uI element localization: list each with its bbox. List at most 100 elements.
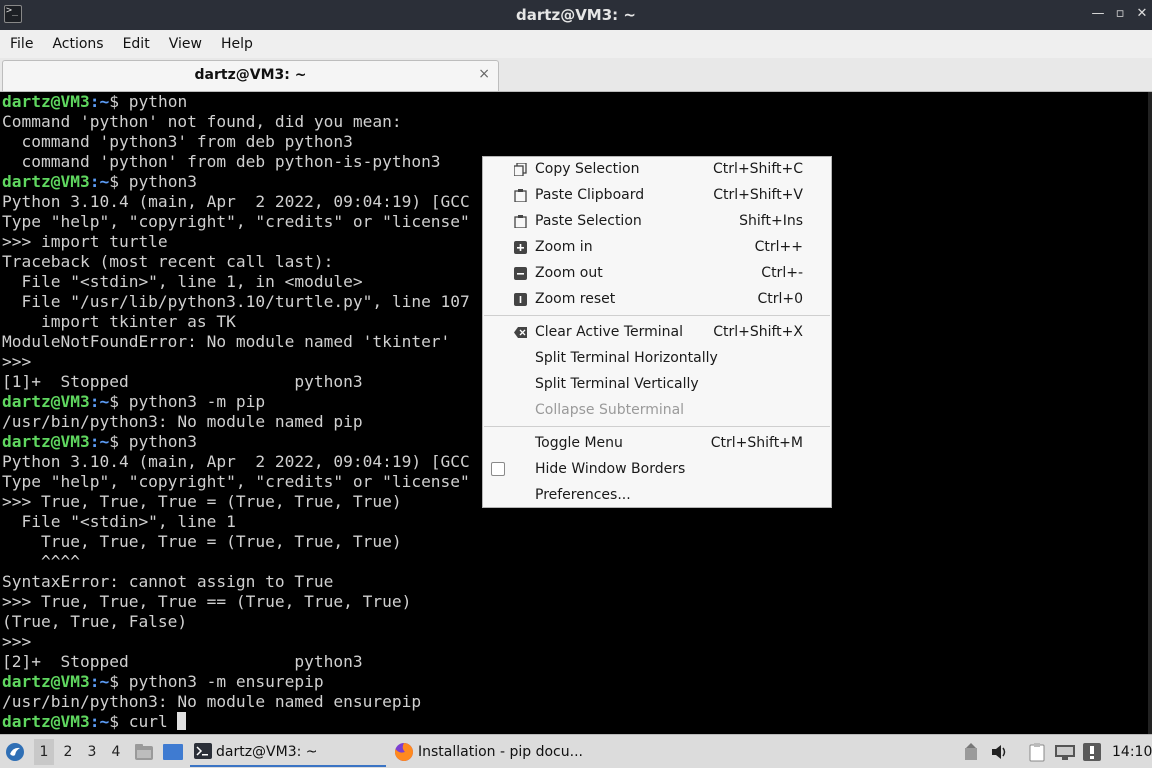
taskbar: 1 2 3 4 dartz@VM3: ~ Installation - pip … [0,734,1152,768]
terminal-output-line: command 'python' from deb python-is-pyth… [2,152,441,171]
prompt-separator: : [89,672,100,691]
menu-item-label: Paste Clipboard [535,187,645,203]
context-menu: Copy Selection Ctrl+Shift+C Paste Clipboar… [482,156,832,508]
menu-item-clear-active-terminal[interactable]: Clear Active Terminal Ctrl+Shift+X [483,320,831,346]
menu-item-split-terminal-vertically[interactable]: Split Terminal Vertically [483,372,831,398]
menu-item-label: Zoom out [535,265,603,281]
terminal-prompt-line: dartz@VM3:~$ python3 [2,432,197,452]
menu-item-preferences[interactable]: Preferences... [483,483,831,509]
menu-item-label: Toggle Menu [535,435,623,451]
menu-item-collapse-subterminal: Collapse Subterminal [483,398,831,424]
terminal-prompt-line: dartz@VM3:~$ python3 -m pip [2,392,265,412]
start-menu-icon[interactable] [5,742,25,762]
terminal-prompt-line: dartz@VM3:~$ python3 -m ensurepip [2,672,324,692]
window-titlebar[interactable]: dartz@VM3: ~ — ▫ ✕ [0,0,1152,30]
volume-icon[interactable] [990,743,1010,761]
close-window-icon[interactable]: ✕ [1134,6,1150,22]
terminal-output-line: Type "help", "copyright", "credits" or "… [2,212,470,231]
prompt-command: python3 -m ensurepip [118,672,324,691]
notifications-icon[interactable] [1082,742,1102,762]
menu-item-toggle-menu[interactable]: Toggle Menu Ctrl+Shift+M [483,431,831,457]
menu-item-shortcut: Ctrl+Shift+X [713,324,803,340]
network-icon[interactable] [1054,743,1076,761]
workspace-3[interactable]: 3 [82,744,102,760]
task-firefox[interactable]: Installation - pip docu... [392,737,612,767]
terminal-scrollbar[interactable] [1148,92,1152,734]
terminal-output-line: Type "help", "copyright", "credits" or "… [2,472,470,491]
window-title: dartz@VM3: ~ [516,6,636,24]
menu-item-label: Clear Active Terminal [535,324,683,340]
file-manager-icon[interactable] [134,743,154,761]
menu-item-split-terminal-horizontally[interactable]: Split Terminal Horizontally [483,346,831,372]
terminal-output-line: /usr/bin/python3: No module named ensure… [2,692,422,711]
terminal-output-line: >>> [2,352,32,371]
terminal-output-line: ModuleNotFoundError: No module named 'tk… [2,332,451,351]
prompt-command: python3 [118,432,197,451]
menu-item-label: Zoom in [535,239,593,255]
terminal-prompt-line: dartz@VM3:~$ curl [2,712,187,732]
prompt-command: curl [118,712,178,731]
terminal-output-line: Traceback (most recent call last): [2,252,334,271]
prompt-user: dartz@VM3 [2,672,90,691]
menu-item-hide-window-borders[interactable]: Hide Window Borders [483,457,831,483]
prompt-separator: : [89,712,100,731]
terminal-output-line: True, True, True = (True, True, True) [2,532,402,551]
menu-separator [484,426,830,427]
menu-edit[interactable]: Edit [112,36,158,52]
task-terminal[interactable]: dartz@VM3: ~ [190,737,386,767]
prompt-path: ~ [99,432,110,451]
menu-item-shortcut: Ctrl+0 [757,291,803,307]
prompt-symbol: $ [109,392,119,411]
prompt-command: python3 -m pip [118,392,266,411]
clock[interactable]: 14:10 [1112,744,1152,760]
menu-item-paste-selection[interactable]: Paste Selection Shift+Ins [483,209,831,235]
workspace-2[interactable]: 2 [58,744,78,760]
show-desktop-icon[interactable] [162,743,184,761]
menu-item-shortcut: Ctrl+Shift+C [713,161,803,177]
prompt-symbol: $ [109,172,119,191]
terminal-cursor [177,712,187,730]
firefox-icon [394,743,413,761]
menu-item-label: Preferences... [535,487,631,503]
menu-item-label: Hide Window Borders [535,461,686,477]
workspace-4[interactable]: 4 [106,744,126,760]
menu-item-paste-clipboard[interactable]: Paste Clipboard Ctrl+Shift+V [483,183,831,209]
menu-item-zoom-out[interactable]: Zoom out Ctrl+- [483,261,831,287]
menu-item-copy-selection[interactable]: Copy Selection Ctrl+Shift+C [483,157,831,183]
prompt-symbol: $ [109,92,119,111]
terminal-icon [194,743,212,759]
menu-item-label: Zoom reset [535,291,616,307]
workspace-1[interactable]: 1 [34,739,54,765]
terminal-output-line: command 'python3' from deb python3 [2,132,353,151]
menu-item-zoom-in[interactable]: Zoom in Ctrl++ [483,235,831,261]
tab-close-icon[interactable]: × [478,66,490,82]
terminal-output-line: File "/usr/lib/python3.10/turtle.py", li… [2,292,470,311]
terminal-output-line: [2]+ Stopped python3 [2,652,363,671]
menu-item-zoom-reset[interactable]: Zoom reset Ctrl+0 [483,287,831,313]
tab-bar: dartz@VM3: ~ × [0,58,1152,92]
terminal-output-line: SyntaxError: cannot assign to True [2,572,334,591]
task-label-firefox: Installation - pip docu... [418,744,583,760]
minimize-icon[interactable]: — [1090,6,1106,22]
prompt-user: dartz@VM3 [2,432,90,451]
clear-icon [514,327,527,338]
tab-terminal[interactable]: dartz@VM3: ~ × [2,60,499,91]
tray-package-icon[interactable] [964,743,978,761]
menu-item-label: Collapse Subterminal [535,402,685,418]
terminal-output-line: [1]+ Stopped python3 [2,372,363,391]
menu-view[interactable]: View [158,36,210,52]
hide-borders-checkbox[interactable] [491,462,505,476]
menu-item-label: Paste Selection [535,213,642,229]
prompt-separator: : [89,92,100,111]
menu-help[interactable]: Help [210,36,261,52]
task-label-terminal: dartz@VM3: ~ [216,744,318,760]
maximize-icon[interactable]: ▫ [1112,6,1128,22]
tab-label: dartz@VM3: ~ [194,67,307,83]
menu-actions[interactable]: Actions [41,36,111,52]
terminal-output-line: >>> True, True, True == (True, True, Tru… [2,592,412,611]
terminal-output-line: >>> True, True, True = (True, True, True… [2,492,402,511]
menu-file[interactable]: File [2,36,41,52]
clipboard-icon[interactable] [1028,742,1046,762]
terminal-output-line: import tkinter as TK [2,312,236,331]
prompt-symbol: $ [109,712,119,731]
